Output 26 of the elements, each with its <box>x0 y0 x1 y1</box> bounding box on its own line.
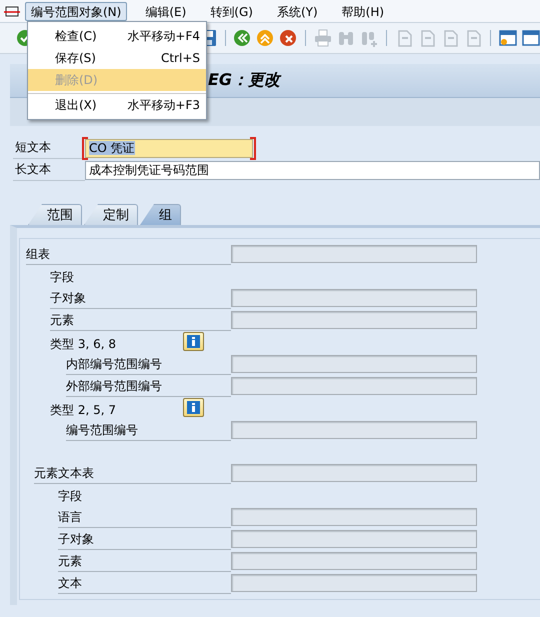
tab[interactable]: 定制 <box>84 204 138 225</box>
field-label: 语言 <box>58 506 231 528</box>
menu-item[interactable]: 帮助(H) <box>336 2 390 20</box>
section-label: 类型 2, 5, 7 <box>50 402 117 419</box>
field-label: 子对象 <box>50 287 231 309</box>
text-field[interactable]: 成本控制凭证号码范围 <box>85 160 540 180</box>
menu-item[interactable]: 编号范围对象(N) <box>25 2 128 20</box>
field-label: 外部编号范围编号 <box>66 375 231 397</box>
field-label: 元素 <box>58 550 231 572</box>
field-label: 组表 <box>26 243 231 265</box>
menu-item[interactable]: 编辑(E) <box>139 2 192 20</box>
section-label: 字段 <box>58 488 83 505</box>
text-field[interactable]: CO 凭证 <box>85 138 253 158</box>
field-label: 元素 <box>50 309 231 331</box>
menu-item[interactable]: 退出(X) 水平移动+F3 <box>28 93 206 116</box>
section-label: 字段 <box>50 269 75 286</box>
field-label: 文本 <box>58 572 231 594</box>
tab[interactable]: 范围 <box>28 204 82 225</box>
field-label: 元素文本表 <box>34 462 231 484</box>
field-label: 子对象 <box>58 528 231 550</box>
field-label: 编号范围编号 <box>66 419 231 441</box>
menu-item[interactable]: 转到(G) <box>204 2 259 20</box>
field-label: 内部编号范围编号 <box>66 353 231 375</box>
section-label: 类型 3, 6, 8 <box>50 336 117 353</box>
menu-item[interactable]: 系统(Y) <box>270 2 324 20</box>
tab[interactable]: 组 <box>140 204 181 225</box>
